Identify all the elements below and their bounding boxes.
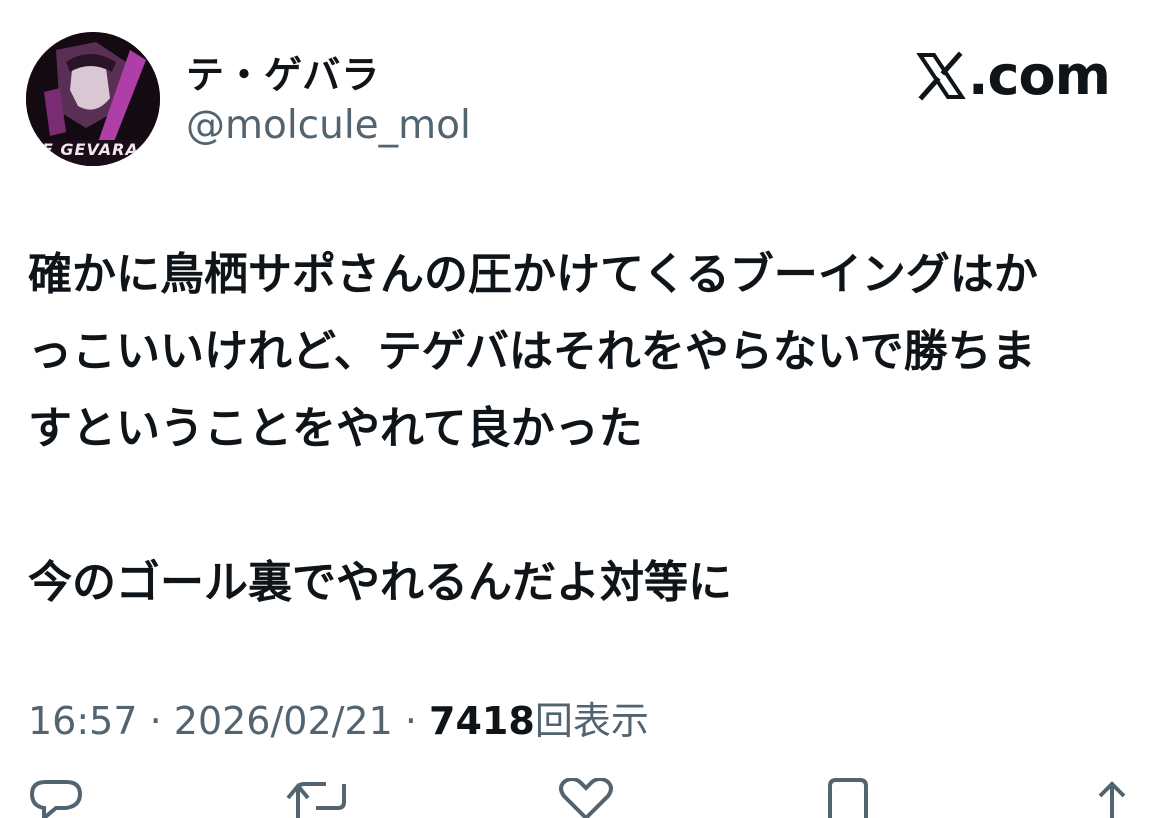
avatar[interactable]: TE GEVARA: [26, 32, 160, 166]
brand-text: .com: [968, 44, 1111, 107]
brand-logo: .com: [916, 44, 1111, 107]
like-icon: [559, 778, 613, 818]
tweet-time[interactable]: 16:57: [28, 699, 138, 743]
tweet-line: 今のゴール裏でやれるんだよ対等に: [28, 557, 732, 608]
meta-separator: ·: [137, 699, 174, 743]
like-button[interactable]: [556, 778, 616, 818]
reply-button[interactable]: [30, 778, 82, 818]
user-handle[interactable]: @molcule_mol: [186, 103, 471, 148]
views-count[interactable]: 7418: [429, 699, 535, 743]
views-label: 回表示: [534, 699, 649, 743]
meta-separator: ·: [392, 699, 430, 743]
bookmark-icon: [828, 778, 868, 818]
repost-icon: [286, 782, 346, 818]
tweet-line: すということをやれて良かった: [28, 403, 643, 454]
tweet-text: 確かに鳥栖サポさんの圧かけてくるブーイングはか っこいいけれど、テゲバはそれをや…: [28, 236, 1142, 621]
tweet-meta: 16:57 · 2026/02/21 · 7418回表示: [28, 690, 649, 745]
tweet-date[interactable]: 2026/02/21: [174, 699, 393, 743]
tweet-line: っこいいけれど、テゲバはそれをやらないで勝ちま: [28, 326, 1036, 377]
share-button[interactable]: [1090, 778, 1134, 818]
repost-button[interactable]: [286, 778, 356, 818]
display-name[interactable]: テ・ゲバラ: [186, 44, 380, 99]
tweet-line: 確かに鳥栖サポさんの圧かけてくるブーイングはか: [28, 249, 1038, 300]
share-icon: [1098, 781, 1126, 818]
avatar-caption: TE GEVARA: [30, 140, 139, 159]
bookmark-button[interactable]: [826, 778, 870, 818]
action-bar: [0, 778, 1170, 818]
reply-icon: [30, 780, 82, 818]
x-logo-icon: [916, 50, 966, 101]
